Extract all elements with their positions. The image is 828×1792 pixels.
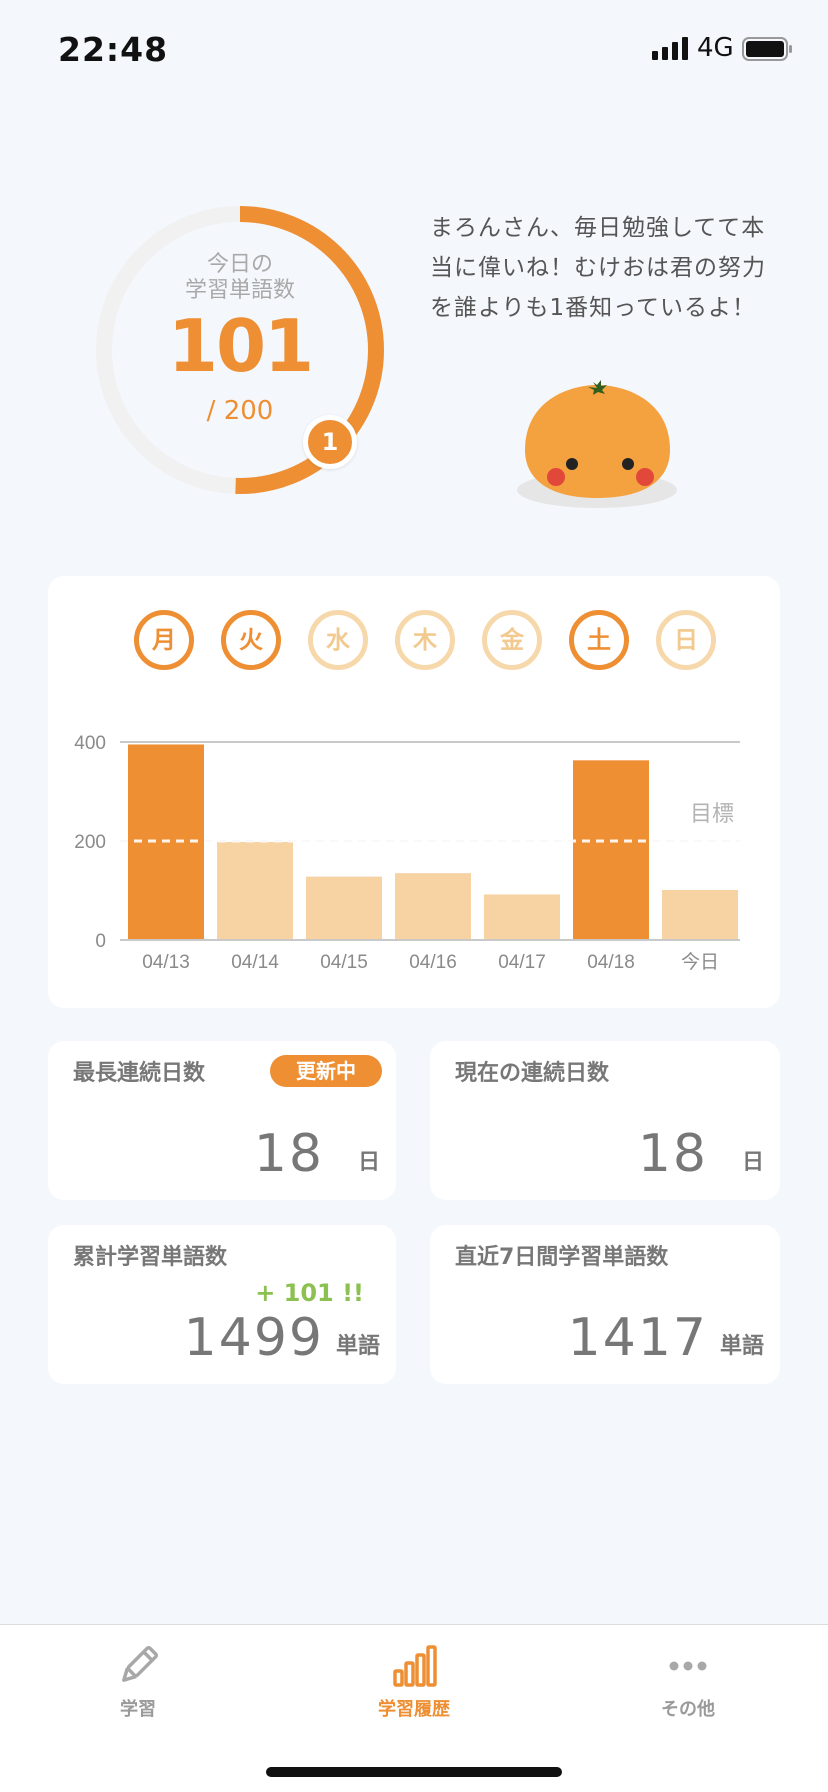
bar-2 [306,876,382,940]
goal-label: 目標 [690,801,734,826]
battery-icon [742,37,792,61]
mandarin-mascot-icon [517,380,677,508]
y-tick-label-1: 200 [74,832,106,853]
current-streak-unit: 日 [741,1150,764,1175]
tab-history[interactable]: 学習履歴 [334,1643,494,1733]
x-tick-label-3: 04/16 [409,952,457,973]
tab-study[interactable]: 学習 [58,1643,218,1733]
home-indicator [266,1767,562,1777]
status-bar: 22:48 4G [0,0,828,100]
bar-5 [573,760,649,940]
recent-words-title: 直近7日間学習単語数 [455,1245,669,1270]
longest-streak-card: 最長連続日数 更新中 18 日 [48,1041,396,1200]
weekday-1: 火 [221,610,281,670]
current-streak-card: 現在の連続日数 18 日 [430,1041,780,1200]
y-tick-label-0: 0 [95,931,106,952]
current-streak-value: 18 [637,1124,708,1184]
weekday-0: 月 [134,610,194,670]
weekday-3: 木 [395,610,455,670]
recent-words-card: 直近7日間学習単語数 1417 単語 [430,1225,780,1384]
x-tick-label-5: 04/18 [587,952,635,973]
x-tick-label-2: 04/15 [320,952,368,973]
bar-4 [484,894,560,940]
daily-goal-ring: 今日の 学習単語数 101 / 200 1 [90,200,390,500]
y-tick-label-2: 400 [74,733,106,754]
x-tick-label-6: 今日 [681,951,719,973]
daily-goal-label: 今日の 学習単語数 [184,252,295,303]
daily-goal-badge: 1 [303,415,357,469]
weekday-4: 金 [482,610,542,670]
tab-history-label: 学習履歴 [378,1699,450,1720]
weekly-chart-card: 月火水木金土日 0 200 400 04/13 04/14 04/15 04/16 04/17… [48,576,780,1008]
pencil-icon [122,1645,159,1682]
total-words-card: 累計学習単語数 + 101 !! 1499 単語 [48,1225,396,1384]
longest-streak-value: 18 [253,1124,324,1184]
x-tick-label-0: 04/13 [142,952,190,973]
tab-study-label: 学習 [120,1699,156,1720]
recent-words-value: 1417 [567,1308,708,1368]
daily-goal-value: 101 [167,304,314,388]
weekly-bar-chart: 0 200 400 04/13 04/14 04/15 04/16 04/17 04/18 今日 目… [74,733,740,973]
network-label: 4G [697,33,734,63]
weekday-2: 水 [308,610,368,670]
bar-3 [395,873,471,940]
total-words-title: 累計学習単語数 [73,1245,228,1270]
mascot-message: まろんさん、毎日勉強してて本当に偉いね！むけおは君の努力を誰よりも1番知っている… [430,215,766,321]
weekday-5: 土 [569,610,629,670]
bar-1 [217,841,293,940]
bar-6 [662,890,738,940]
longest-streak-title: 最長連続日数 [73,1061,206,1086]
more-icon [669,1661,707,1671]
x-tick-label-4: 04/17 [498,952,546,973]
longest-streak-unit: 日 [357,1150,380,1175]
recent-words-unit: 単語 [719,1334,764,1359]
weekday-6: 日 [656,610,716,670]
current-streak-title: 現在の連続日数 [455,1061,610,1086]
x-tick-label-1: 04/14 [231,952,279,973]
tab-more[interactable]: その他 [608,1643,768,1733]
total-words-unit: 単語 [335,1334,380,1359]
status-time: 22:48 [58,30,169,69]
tab-more-label: その他 [661,1699,715,1720]
updating-badge: 更新中 [270,1055,382,1087]
weekday-indicators: 月火水木金土日 [134,610,734,674]
signal-icon [652,37,688,60]
total-words-value: 1499 [183,1308,324,1368]
bar-chart-icon [393,1645,437,1687]
total-words-increment: + 101 !! [255,1279,364,1307]
